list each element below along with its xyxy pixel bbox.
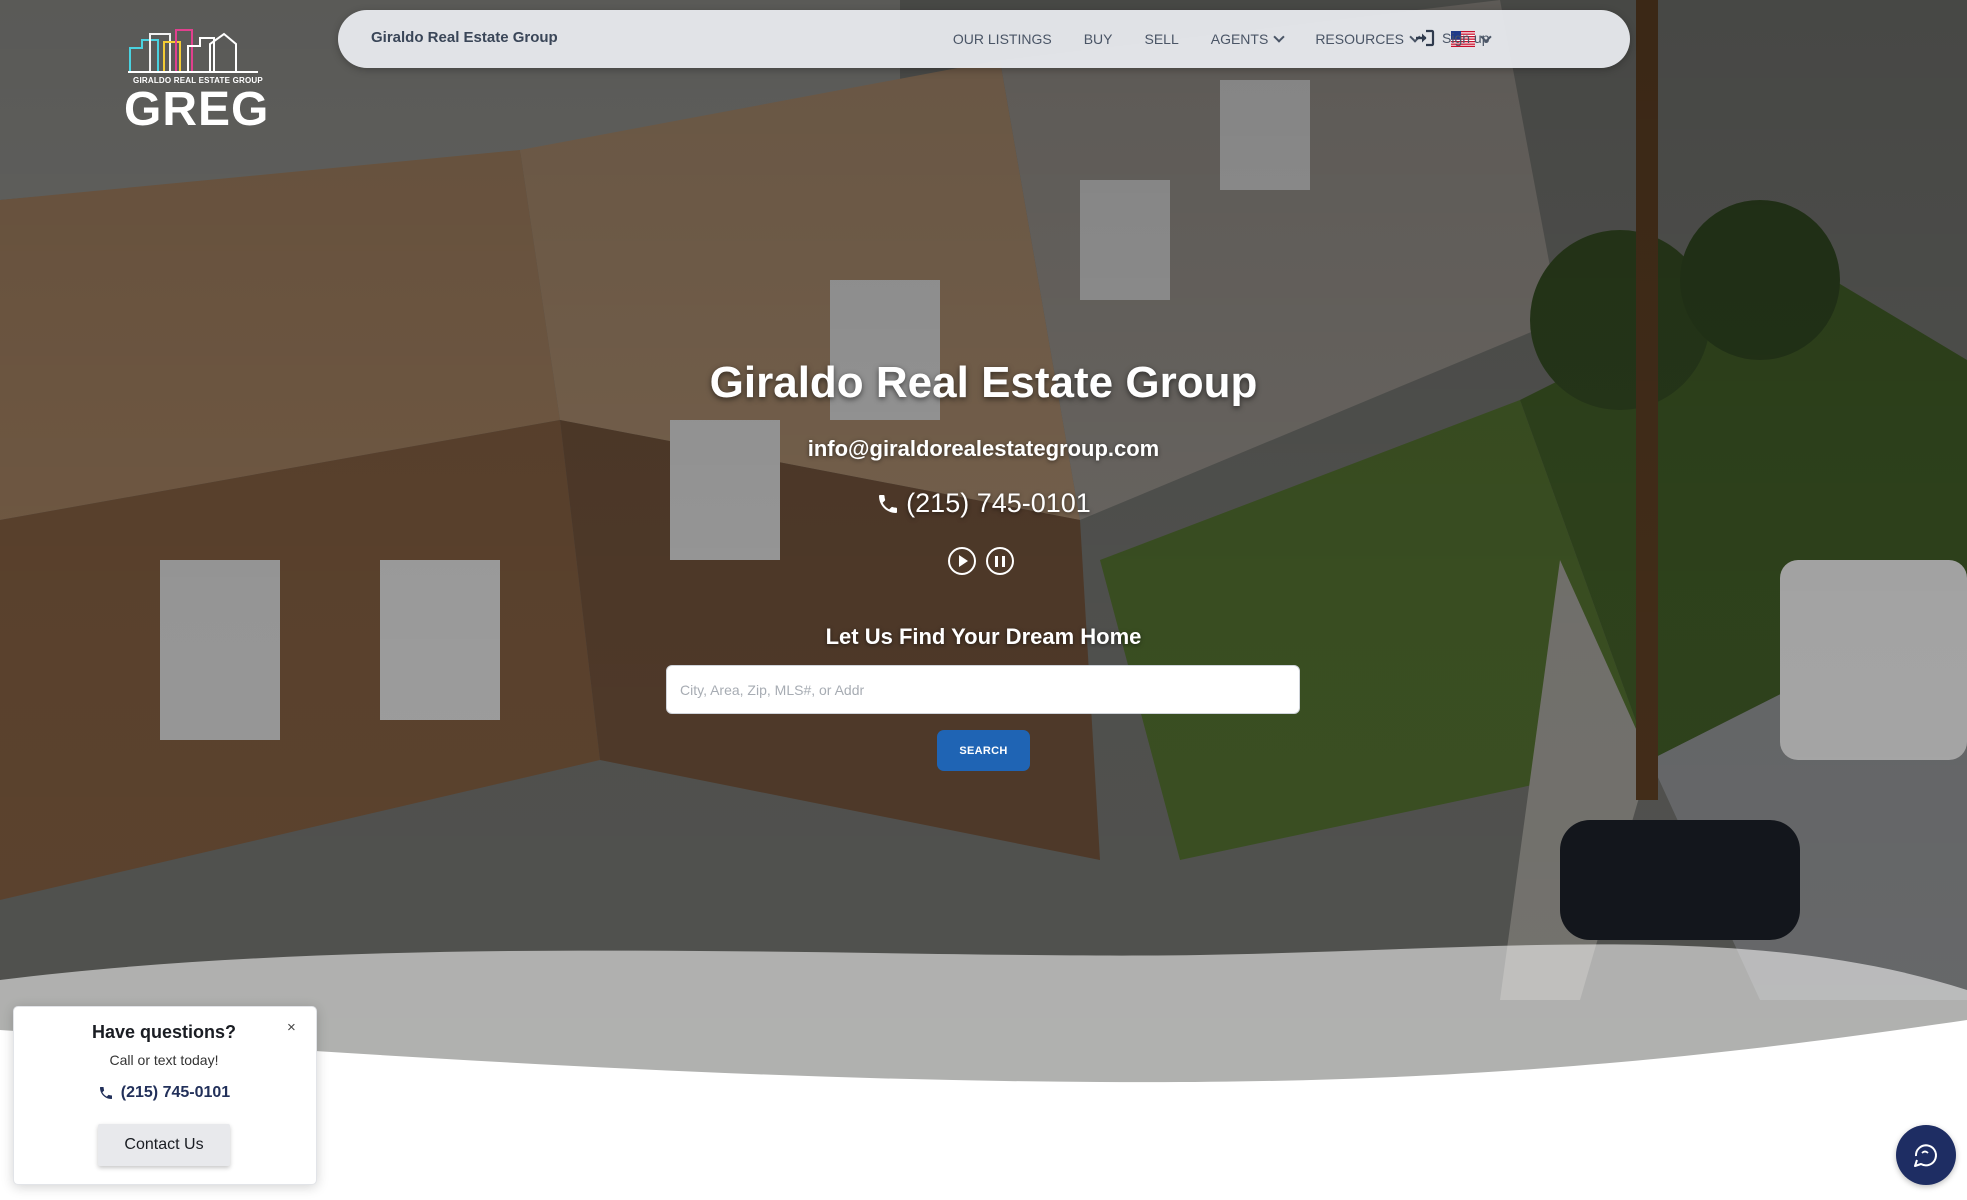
play-icon[interactable] — [948, 547, 976, 575]
phone-icon — [99, 1087, 112, 1099]
nav-item-agents[interactable]: AGENTS — [1210, 31, 1285, 47]
nav-item-label: RESOURCES — [1315, 31, 1404, 47]
nav-links: OUR LISTINGS BUY SELL AGENTS RESOURCES — [953, 10, 1492, 68]
hero-phone-link[interactable]: (215) 745-0101 — [0, 488, 1967, 519]
search-button[interactable]: SEARCH — [937, 730, 1030, 771]
nav-item-our-listings[interactable]: OUR LISTINGS — [953, 31, 1052, 47]
nav-item-label: AGENTS — [1210, 31, 1269, 47]
chevron-down-icon — [1273, 31, 1285, 43]
video-controls — [948, 547, 1014, 575]
sign-in-icon — [1416, 29, 1435, 47]
nav-brand-link[interactable]: Giraldo Real Estate Group — [371, 29, 558, 46]
nav-item-label: SELL — [1144, 31, 1179, 47]
nav-item-label: OUR LISTINGS — [952, 31, 1052, 47]
site-logo[interactable]: GIRALDO REAL ESTATE GROUP GREG — [120, 26, 270, 136]
chat-icon — [1914, 1144, 1937, 1167]
chat-button[interactable] — [1896, 1125, 1956, 1185]
nav-item-sell[interactable]: SELL — [1144, 31, 1178, 47]
questions-subtitle: Call or text today! — [109, 1052, 219, 1068]
signup-link[interactable]: Sign up — [1415, 29, 1489, 47]
hero-email-link[interactable]: info@giraldorealestategroup.com — [0, 436, 1967, 462]
nav-item-buy[interactable]: BUY — [1084, 31, 1113, 47]
questions-title: Have questions? — [91, 1022, 237, 1042]
hero-phone-number: (215) 745-0101 — [906, 488, 1091, 518]
top-navbar: Giraldo Real Estate Group OUR LISTINGS B… — [338, 10, 1630, 68]
search-heading: Let Us Find Your Dream Home — [825, 624, 1142, 649]
signup-label: Sign up — [1442, 30, 1490, 46]
nav-item-resources[interactable]: RESOURCES — [1315, 31, 1421, 47]
hero-title: Giraldo Real Estate Group — [709, 358, 1258, 407]
phone-icon — [879, 494, 898, 513]
logo-wordmark: GREG — [124, 83, 270, 136]
questions-phone-number: (215) 745-0101 — [120, 1084, 231, 1101]
search-input[interactable] — [666, 665, 1300, 714]
nav-item-label: BUY — [1083, 31, 1113, 47]
questions-phone-link[interactable]: (215) 745-0101 — [13, 1084, 315, 1102]
contact-us-button[interactable]: Contact Us — [98, 1124, 230, 1166]
skyline-logo-icon — [128, 29, 258, 73]
pause-icon[interactable] — [986, 547, 1014, 575]
